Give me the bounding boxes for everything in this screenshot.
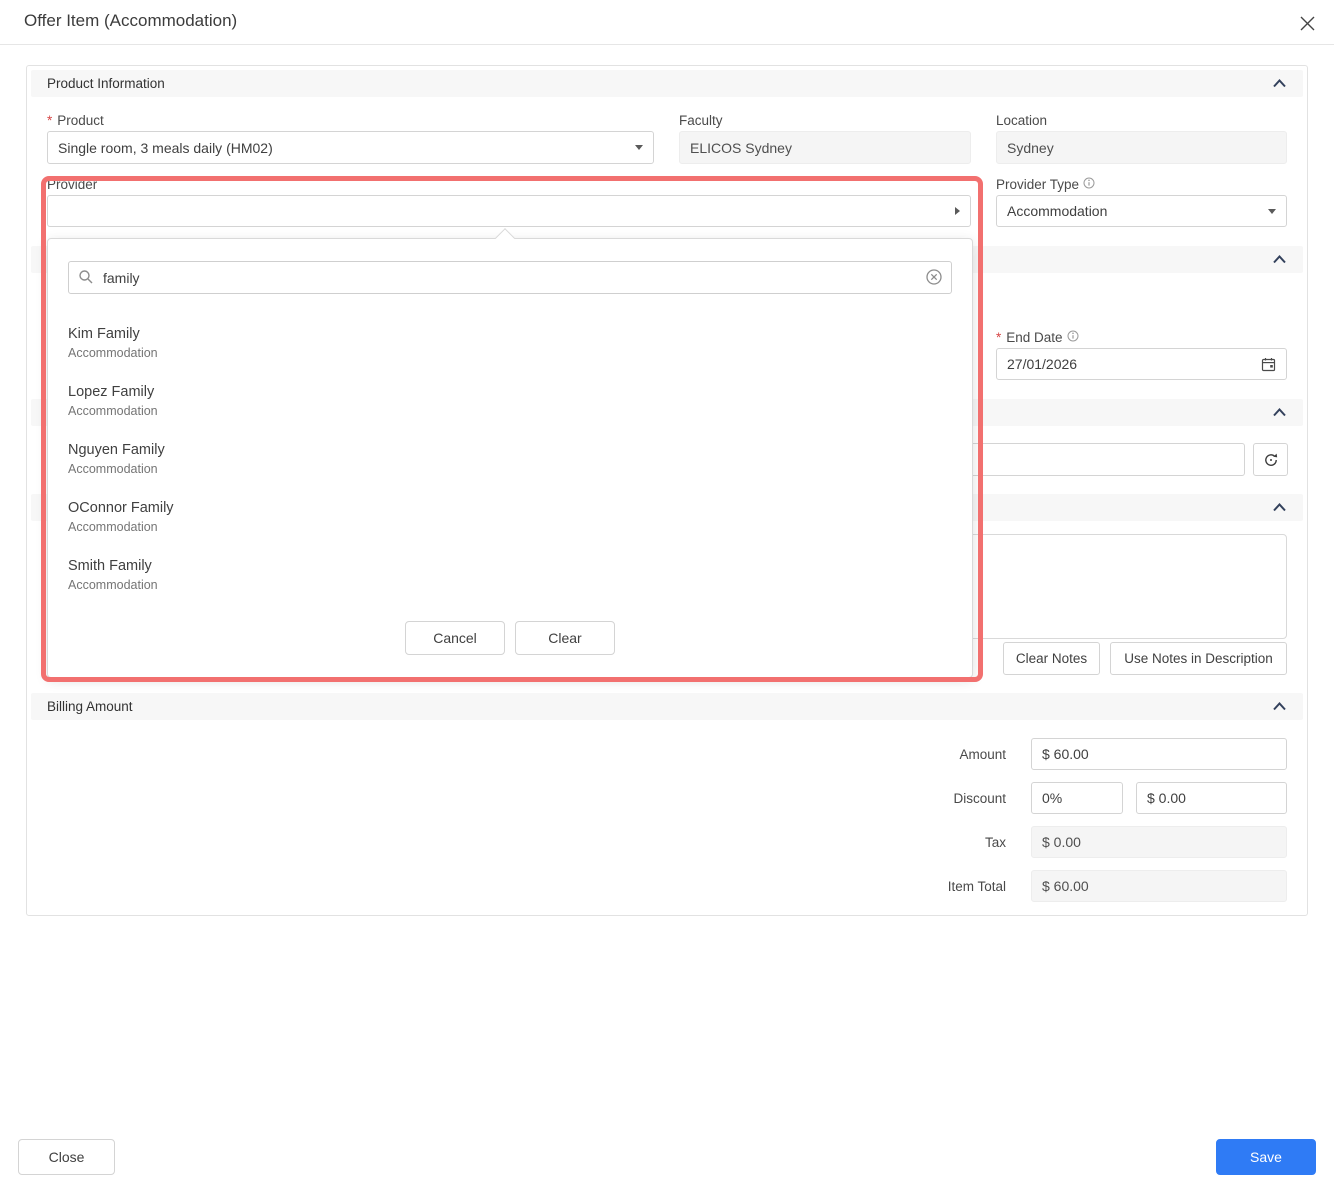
chevron-up-icon[interactable] bbox=[1272, 701, 1287, 712]
popup-notch bbox=[495, 228, 515, 248]
provider-option[interactable]: Nguyen Family Accommodation bbox=[48, 435, 972, 493]
chevron-up-icon[interactable] bbox=[1272, 502, 1287, 513]
provider-type-value: Accommodation bbox=[1007, 203, 1107, 219]
product-select-value: Single room, 3 meals daily (HM02) bbox=[58, 140, 273, 156]
amount-label: Amount bbox=[886, 747, 1006, 762]
required-mark: * bbox=[996, 330, 1001, 345]
chevron-up-icon[interactable] bbox=[1272, 407, 1287, 418]
provider-type-label: Provider Type bbox=[996, 177, 1095, 192]
info-icon bbox=[1083, 177, 1095, 192]
close-button[interactable]: Close bbox=[18, 1139, 115, 1175]
provider-label: Provider bbox=[47, 177, 97, 192]
calendar-icon[interactable] bbox=[1261, 357, 1276, 372]
location-label: Location bbox=[996, 113, 1047, 128]
item-total-label: Item Total bbox=[886, 879, 1006, 894]
product-select[interactable]: Single room, 3 meals daily (HM02) bbox=[47, 131, 654, 164]
use-notes-button[interactable]: Use Notes in Description bbox=[1110, 642, 1287, 675]
info-icon bbox=[1067, 330, 1079, 345]
discount-percent-input[interactable]: 0% bbox=[1031, 782, 1123, 814]
close-icon[interactable] bbox=[1296, 12, 1318, 34]
section-billing-amount[interactable]: Billing Amount bbox=[31, 693, 1303, 720]
end-date-label: * End Date bbox=[996, 330, 1079, 345]
faculty-field: ELICOS Sydney bbox=[679, 131, 971, 164]
product-label: * Product bbox=[47, 113, 104, 128]
history-icon[interactable] bbox=[1253, 443, 1288, 476]
provider-option[interactable]: Smith Family Accommodation bbox=[48, 551, 972, 609]
provider-combobox[interactable] bbox=[47, 195, 971, 227]
form-panel: Product Information * Product Faculty Lo… bbox=[26, 65, 1308, 916]
provider-type-select[interactable]: Accommodation bbox=[996, 195, 1287, 227]
discount-amount-input[interactable]: $ 0.00 bbox=[1136, 782, 1287, 814]
end-date-value: 27/01/2026 bbox=[1007, 356, 1077, 372]
chevron-up-icon[interactable] bbox=[1272, 78, 1287, 89]
provider-option[interactable]: Kim Family Accommodation bbox=[48, 319, 972, 377]
provider-option[interactable]: OConnor Family Accommodation bbox=[48, 493, 972, 551]
provider-option-list: Kim Family Accommodation Lopez Family Ac… bbox=[48, 319, 972, 609]
modal-header: Offer Item (Accommodation) bbox=[0, 0, 1334, 45]
location-field: Sydney bbox=[996, 131, 1287, 164]
cancel-button[interactable]: Cancel bbox=[405, 621, 505, 655]
modal-title: Offer Item (Accommodation) bbox=[24, 11, 237, 31]
section-billing-title: Billing Amount bbox=[47, 699, 133, 714]
provider-dropdown-popup: Kim Family Accommodation Lopez Family Ac… bbox=[47, 238, 973, 678]
tax-field: $ 0.00 bbox=[1031, 826, 1287, 858]
section-product-information[interactable]: Product Information bbox=[31, 70, 1303, 97]
arrow-right-icon bbox=[955, 207, 960, 215]
save-button[interactable]: Save bbox=[1216, 1139, 1316, 1175]
clear-notes-button[interactable]: Clear Notes bbox=[1003, 642, 1100, 675]
offer-item-modal: Offer Item (Accommodation) Product Infor… bbox=[0, 0, 1334, 1190]
chevron-up-icon[interactable] bbox=[1272, 254, 1287, 265]
item-total-field: $ 60.00 bbox=[1031, 870, 1287, 902]
end-date-input[interactable]: 27/01/2026 bbox=[996, 348, 1287, 380]
amount-input[interactable]: $ 60.00 bbox=[1031, 738, 1287, 770]
faculty-label: Faculty bbox=[679, 113, 723, 128]
chevron-down-icon bbox=[635, 145, 643, 150]
discount-label: Discount bbox=[886, 791, 1006, 806]
tax-label: Tax bbox=[886, 835, 1006, 850]
clear-search-icon[interactable] bbox=[926, 269, 942, 290]
provider-option[interactable]: Lopez Family Accommodation bbox=[48, 377, 972, 435]
search-icon bbox=[78, 269, 94, 290]
chevron-down-icon bbox=[1268, 209, 1276, 214]
section-product-information-title: Product Information bbox=[47, 76, 165, 91]
provider-search-input[interactable] bbox=[68, 261, 952, 294]
required-mark: * bbox=[47, 113, 52, 128]
clear-button[interactable]: Clear bbox=[515, 621, 615, 655]
